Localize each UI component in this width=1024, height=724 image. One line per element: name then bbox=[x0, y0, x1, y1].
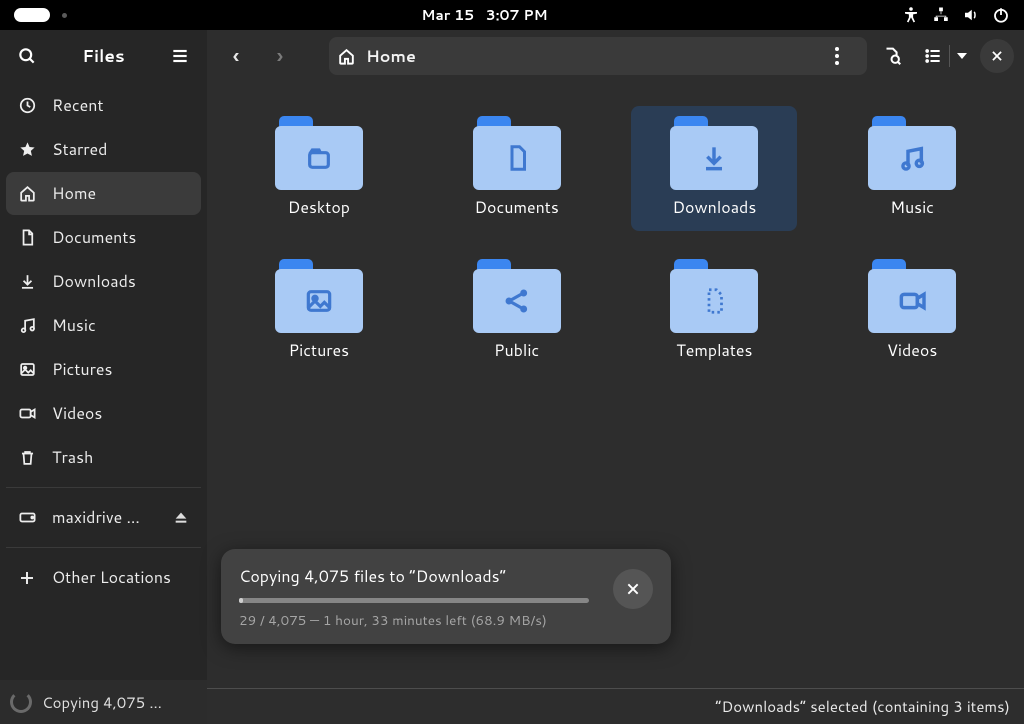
folder-icon bbox=[473, 116, 561, 190]
status-text: “Downloads” selected (containing 3 items… bbox=[715, 696, 1010, 717]
folder-icon bbox=[275, 116, 363, 190]
folder-icon bbox=[670, 116, 758, 190]
sidebar-item-label: Pictures bbox=[52, 358, 112, 381]
path-bar[interactable]: Home bbox=[329, 37, 867, 75]
toast-title: Copying 4,075 files to “Downloads” bbox=[239, 565, 603, 588]
spinner-icon bbox=[10, 691, 32, 713]
sidebar-item-label: maxidrive … bbox=[52, 506, 140, 529]
folder-icon bbox=[868, 259, 956, 333]
folder-label: Pictures bbox=[289, 339, 349, 362]
progress-toast: Copying 4,075 files to “Downloads” 29 / … bbox=[221, 549, 671, 644]
folder-music[interactable]: Music bbox=[829, 106, 995, 231]
sidebar: Files Recent Starred Home Documents Down… bbox=[0, 30, 207, 724]
sidebar-progress-summary[interactable]: Copying 4,075 … bbox=[0, 680, 207, 724]
sidebar-item-trash[interactable]: Trash bbox=[6, 436, 201, 479]
video-icon bbox=[18, 404, 38, 423]
folder-label: Templates bbox=[676, 339, 752, 362]
hamburger-menu-button[interactable] bbox=[161, 38, 199, 74]
list-view-button[interactable] bbox=[917, 37, 949, 75]
sidebar-item-music[interactable]: Music bbox=[6, 304, 201, 347]
plus-icon bbox=[18, 569, 38, 587]
sidebar-item-starred[interactable]: Starred bbox=[6, 128, 201, 171]
volume-icon[interactable] bbox=[962, 6, 980, 24]
activities-indicator[interactable] bbox=[14, 8, 50, 22]
path-menu-button[interactable] bbox=[835, 47, 859, 65]
folder-label: Music bbox=[890, 196, 934, 219]
sidebar-search-button[interactable] bbox=[8, 38, 46, 74]
sidebar-item-videos[interactable]: Videos bbox=[6, 392, 201, 435]
doc-icon bbox=[18, 228, 38, 247]
folder-icon bbox=[868, 116, 956, 190]
home-icon bbox=[337, 47, 356, 66]
star-icon bbox=[18, 140, 38, 159]
close-button[interactable] bbox=[980, 39, 1014, 73]
power-icon[interactable] bbox=[992, 6, 1010, 24]
folder-label: Desktop bbox=[288, 196, 350, 219]
folder-label: Videos bbox=[887, 339, 937, 362]
folder-public[interactable]: Public bbox=[434, 249, 600, 374]
sidebar-item-label: Documents bbox=[52, 226, 136, 249]
system-top-bar: Mar 15 3:07 PM bbox=[0, 0, 1024, 30]
download-icon bbox=[18, 272, 38, 291]
sidebar-item-label: Other Locations bbox=[52, 566, 171, 589]
sidebar-item-label: Trash bbox=[52, 446, 93, 469]
drive-icon bbox=[18, 508, 38, 527]
sidebar-item-home[interactable]: Home bbox=[6, 172, 201, 215]
sidebar-item-pictures[interactable]: Pictures bbox=[6, 348, 201, 391]
toolbar: ‹ › Home bbox=[207, 30, 1024, 82]
forward-button[interactable]: › bbox=[261, 37, 299, 75]
status-bar: “Downloads” selected (containing 3 items… bbox=[207, 688, 1024, 724]
toast-subtitle: 29 / 4,075 — 1 hour, 33 minutes left (68… bbox=[239, 611, 603, 630]
folder-videos[interactable]: Videos bbox=[829, 249, 995, 374]
clock-icon bbox=[18, 96, 38, 115]
folder-pictures[interactable]: Pictures bbox=[236, 249, 402, 374]
sidebar-progress-text: Copying 4,075 … bbox=[42, 692, 162, 713]
picture-icon bbox=[18, 360, 38, 379]
eject-icon[interactable] bbox=[173, 510, 189, 526]
sidebar-item-label: Videos bbox=[52, 402, 102, 425]
sidebar-item-documents[interactable]: Documents bbox=[6, 216, 201, 259]
sidebar-item-label: Downloads bbox=[52, 270, 136, 293]
sidebar-other-locations[interactable]: Other Locations bbox=[6, 556, 201, 599]
sidebar-item-label: Recent bbox=[52, 94, 104, 117]
trash-icon bbox=[18, 448, 38, 467]
sidebar-drive-item[interactable]: maxidrive … bbox=[6, 496, 201, 539]
app-title: Files bbox=[82, 44, 124, 68]
folder-icon bbox=[670, 259, 758, 333]
folder-label: Downloads bbox=[672, 196, 756, 219]
folder-desktop[interactable]: Desktop bbox=[236, 106, 402, 231]
sidebar-item-label: Home bbox=[52, 182, 96, 205]
network-icon[interactable] bbox=[932, 6, 950, 24]
clock[interactable]: Mar 15 3:07 PM bbox=[67, 5, 902, 25]
folder-documents[interactable]: Documents bbox=[434, 106, 600, 231]
music-icon bbox=[18, 316, 38, 335]
back-button[interactable]: ‹ bbox=[217, 37, 255, 75]
view-options-button[interactable] bbox=[950, 37, 974, 75]
folder-downloads[interactable]: Downloads bbox=[631, 106, 797, 231]
sidebar-item-downloads[interactable]: Downloads bbox=[6, 260, 201, 303]
home-icon bbox=[18, 184, 38, 203]
folder-label: Public bbox=[494, 339, 539, 362]
folder-label: Documents bbox=[474, 196, 558, 219]
toast-progress-bar bbox=[239, 598, 589, 603]
folder-icon bbox=[275, 259, 363, 333]
folder-icon bbox=[473, 259, 561, 333]
toast-close-button[interactable] bbox=[613, 569, 653, 609]
sidebar-item-label: Music bbox=[52, 314, 96, 337]
path-label: Home bbox=[366, 45, 416, 68]
search-button[interactable] bbox=[873, 37, 911, 75]
folder-templates[interactable]: Templates bbox=[631, 249, 797, 374]
sidebar-item-recent[interactable]: Recent bbox=[6, 84, 201, 127]
sidebar-item-label: Starred bbox=[52, 138, 107, 161]
accessibility-icon[interactable] bbox=[902, 6, 920, 24]
